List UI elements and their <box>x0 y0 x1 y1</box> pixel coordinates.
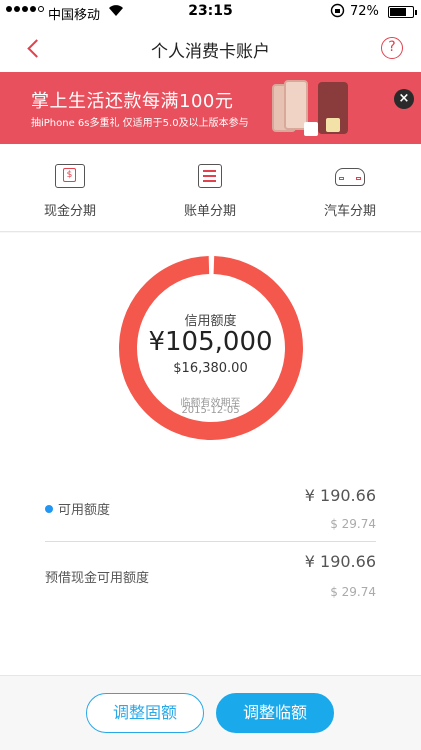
adjust-temp-limit-button[interactable]: 调整临额 <box>216 693 334 733</box>
help-button[interactable]: ? <box>381 37 403 59</box>
available-credit-label: 可用额度 <box>58 503 111 518</box>
rotation-lock-icon <box>330 3 345 22</box>
car-icon <box>335 168 365 186</box>
navigation-bar: 个人消费卡账户 ? <box>0 24 421 72</box>
adjust-fixed-limit-button[interactable]: 调整固额 <box>86 693 204 733</box>
promo-banner[interactable]: 掌上生活还款每满100元 抽iPhone 6s多重礼 仅适用于5.0及以上版本参… <box>0 72 421 144</box>
shortcut-label: 汽车分期 <box>323 204 376 219</box>
shortcut-car-installment[interactable]: 汽车分期 <box>280 144 420 232</box>
banner-subline: 抽iPhone 6s多重礼 仅适用于5.0及以上版本参与 <box>31 118 249 129</box>
bill-icon <box>198 164 222 188</box>
cash-advance-usd: $ 29.74 <box>330 585 376 599</box>
status-bar: 中国移动 23:15 72% <box>0 0 421 24</box>
cash-advance-value: ¥ 190.66 <box>304 552 376 571</box>
banner-close-button[interactable]: × <box>394 89 414 109</box>
battery-percent: 72% <box>350 4 379 19</box>
banner-headline: 掌上生活还款每满100元 <box>31 91 234 112</box>
available-credit-row: 可用额度 ¥ 190.66 $ 29.74 <box>45 233 376 542</box>
credit-summary: 信用额度 ¥105,000 $16,380.00 临额有效期至 2015-12-… <box>0 233 421 675</box>
available-credit-value: ¥ 190.66 <box>304 486 376 505</box>
shortcut-label: 账单分期 <box>183 204 236 219</box>
cash-advance-row: 预借现金可用额度 ¥ 190.66 $ 29.74 <box>45 542 376 622</box>
battery-icon <box>388 6 417 18</box>
cash-advance-label: 预借现金可用额度 <box>45 571 150 586</box>
footer-actions: 调整固额 调整临额 <box>0 675 421 750</box>
banner-products-image <box>270 78 356 140</box>
shortcut-cash-installment[interactable]: $ 现金分期 <box>0 144 140 232</box>
shortcut-bill-installment[interactable]: 账单分期 <box>140 144 280 232</box>
page-title: 个人消费卡账户 <box>151 42 270 62</box>
available-dot-indicator <box>45 505 53 513</box>
shortcut-label: 现金分期 <box>43 204 96 219</box>
installment-shortcuts: $ 现金分期 账单分期 汽车分期 <box>0 144 421 232</box>
cash-icon: $ <box>55 164 85 188</box>
available-credit-usd: $ 29.74 <box>330 517 376 531</box>
